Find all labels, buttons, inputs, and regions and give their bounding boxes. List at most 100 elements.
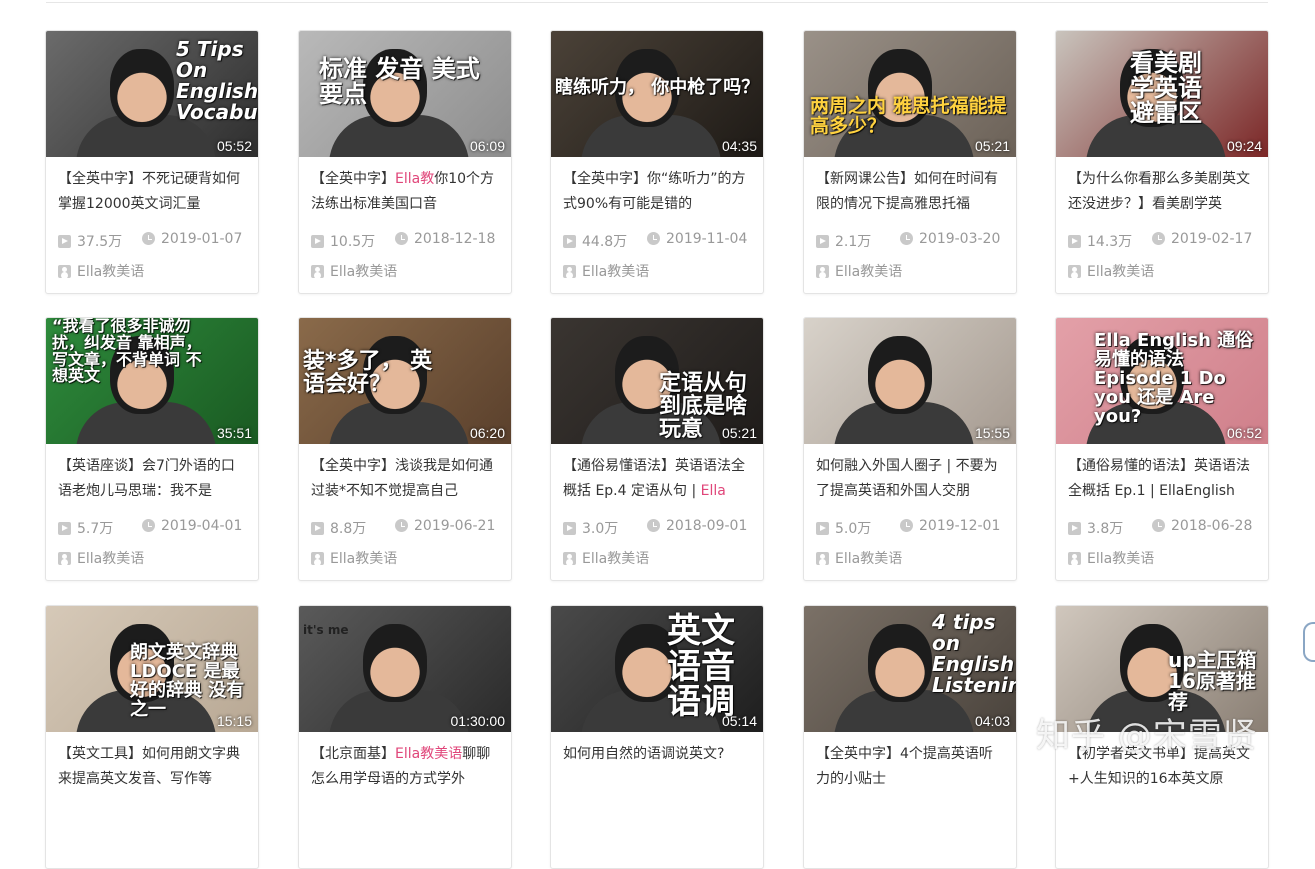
video-title[interactable]: 【英文工具】如何用朗文字典来提高英文发音、写作等 xyxy=(58,742,244,792)
video-thumbnail[interactable]: 英文 语音 语调 05:14 xyxy=(551,606,763,732)
video-duration: 35:51 xyxy=(216,425,252,441)
video-author[interactable]: Ella教美语 xyxy=(563,261,649,281)
publish-date: 2018-12-18 xyxy=(414,231,496,247)
video-card[interactable]: it's me 01:30:00 【北京面基】Ella教美语聊聊怎么用学母语的方式学… xyxy=(298,605,512,869)
view-count: 14.3万 xyxy=(1087,234,1133,250)
video-thumbnail[interactable]: 标准 发音 美式 要点 06:09 xyxy=(299,31,511,157)
video-thumbnail[interactable]: 朗文英文辞典 LDOCE 是最好的辞典 没有之一 15:15 xyxy=(46,606,258,732)
video-title[interactable]: 【全英中字】浅谈我是如何通过装*不知不觉提高自己 xyxy=(311,454,497,504)
view-count: 8.8万 xyxy=(330,521,367,537)
video-card[interactable]: 5 Tips On English Vocabulary 05:52 【全英中字】不… xyxy=(45,30,259,294)
video-author[interactable]: Ella教美语 xyxy=(311,548,397,568)
video-duration: 05:52 xyxy=(216,138,252,154)
video-title[interactable]: 【北京面基】Ella教美语聊聊怎么用学母语的方式学外 xyxy=(311,742,497,792)
clock-icon xyxy=(647,232,660,245)
video-title[interactable]: 【为什么你看那么多美剧英文还没进步？】看美剧学英 xyxy=(1068,167,1254,217)
video-author[interactable]: Ella教美语 xyxy=(311,261,397,281)
publish-date-block: 2019-06-21 xyxy=(395,518,495,534)
video-author[interactable]: Ella教美语 xyxy=(563,548,649,568)
video-title[interactable]: 【英语座谈】会7门外语的口语老炮儿马思瑞：我不是 xyxy=(58,454,244,504)
author-name[interactable]: Ella教美语 xyxy=(835,264,902,280)
video-duration: 05:21 xyxy=(974,138,1010,154)
author-name[interactable]: Ella教美语 xyxy=(835,551,902,567)
video-title[interactable]: 如何融入外国人圈子 | 不要为了提高英语和外国人交朋 xyxy=(816,454,1002,504)
publish-date-block: 2019-03-20 xyxy=(900,231,1000,247)
video-card[interactable]: 瞎练听力， 你中枪了吗？ 04:35 【全英中字】你“练听力”的方式90%有可能是错… xyxy=(550,30,764,294)
video-author[interactable]: Ella教美语 xyxy=(1068,261,1154,281)
video-title[interactable]: 【通俗易懂语法】英语语法全概括 Ep.4 定语从句 | Ella xyxy=(563,454,749,504)
video-thumbnail[interactable]: 4 tips on English Listening 04:03 xyxy=(804,606,1016,732)
play-count-icon xyxy=(816,235,829,248)
thumbnail-caption: 两周之内 雅思托福能提高多少？ xyxy=(810,95,1007,137)
video-duration: 06:20 xyxy=(469,425,505,441)
user-icon xyxy=(563,552,576,565)
publish-date-block: 2018-09-01 xyxy=(647,518,747,534)
video-thumbnail[interactable]: 两周之内 雅思托福能提高多少？ 05:21 xyxy=(804,31,1016,157)
view-count: 3.8万 xyxy=(1087,521,1124,537)
video-thumbnail[interactable]: 装*多了， 英语会好？ 06:20 xyxy=(299,318,511,444)
video-card[interactable]: 4 tips on English Listening 04:03 【全英中字】4个… xyxy=(803,605,1017,869)
video-title[interactable]: 如何用自然的语调说英文? xyxy=(563,742,749,792)
publish-date-block: 2019-01-07 xyxy=(142,231,242,247)
user-icon xyxy=(311,265,324,278)
video-title[interactable]: 【全英中字】你“练听力”的方式90%有可能是错的 xyxy=(563,167,749,217)
thumbnail-caption: 朗文英文辞典 LDOCE 是最好的辞典 没有之一 xyxy=(130,642,245,720)
author-name[interactable]: Ella教美语 xyxy=(582,264,649,280)
video-card[interactable]: 装*多了， 英语会好？ 06:20 【全英中字】浅谈我是如何通过装*不知不觉提高自己… xyxy=(298,317,512,581)
video-title[interactable]: 【全英中字】4个提高英语听力的小贴士 xyxy=(816,742,1002,792)
video-title[interactable]: 【新网课公告】如何在时间有限的情况下提高雅思托福 xyxy=(816,167,1002,217)
video-title[interactable]: 【全英中字】不死记硬背如何掌握12000英文词汇量 xyxy=(58,167,244,217)
clock-icon xyxy=(395,519,408,532)
author-name[interactable]: Ella教美语 xyxy=(582,551,649,567)
view-count: 5.7万 xyxy=(77,521,114,537)
video-duration: 06:09 xyxy=(469,138,505,154)
video-author[interactable]: Ella教美语 xyxy=(58,261,144,281)
video-card[interactable]: Ella English 通俗易懂的语法 Episode 1 Do you 还是… xyxy=(1055,317,1269,581)
author-name[interactable]: Ella教美语 xyxy=(1087,264,1154,280)
video-author[interactable]: Ella教美语 xyxy=(1068,548,1154,568)
title-highlight: Ella xyxy=(700,483,726,499)
video-card[interactable]: 两周之内 雅思托福能提高多少？ 05:21 【新网课公告】如何在时间有限的情况下提高… xyxy=(803,30,1017,294)
video-thumbnail[interactable]: “我看了很多非诚勿扰，纠发音 靠相声，写文章，不背单词 不想英文 35:51 xyxy=(46,318,258,444)
author-name[interactable]: Ella教美语 xyxy=(330,551,397,567)
video-duration: 04:35 xyxy=(721,138,757,154)
video-thumbnail[interactable]: 15:55 xyxy=(804,318,1016,444)
play-count-icon xyxy=(58,235,71,248)
clock-icon xyxy=(395,232,408,245)
publish-date-block: 2019-11-04 xyxy=(647,231,747,247)
video-thumbnail[interactable]: 看美剧 学英语 避雷区 09:24 xyxy=(1056,31,1268,157)
video-stats: 3.0万 2018-09-01 xyxy=(563,518,747,538)
author-name[interactable]: Ella教美语 xyxy=(330,264,397,280)
thumbnail-caption: “我看了很多非诚勿扰，纠发音 靠相声，写文章，不背单词 不想英文 xyxy=(52,318,202,386)
video-author[interactable]: Ella教美语 xyxy=(816,261,902,281)
title-text: 【英文工具】如何用朗文字典来提高英文发音、写作等 xyxy=(58,746,240,787)
thumbnail-figure xyxy=(868,624,932,702)
video-thumbnail[interactable]: Ella English 通俗易懂的语法 Episode 1 Do you 还是… xyxy=(1056,318,1268,444)
video-card[interactable]: 标准 发音 美式 要点 06:09 【全英中字】Ella教你10个方法练出标准美国口… xyxy=(298,30,512,294)
side-float-icon[interactable] xyxy=(1303,622,1315,662)
video-title[interactable]: 【通俗易懂的语法】英语语法全概括 Ep.1 | EllaEnglish xyxy=(1068,454,1254,504)
video-title[interactable]: 【全英中字】Ella教你10个方法练出标准美国口音 xyxy=(311,167,497,217)
video-card[interactable]: 英文 语音 语调 05:14 如何用自然的语调说英文? xyxy=(550,605,764,869)
video-thumbnail[interactable]: it's me 01:30:00 xyxy=(299,606,511,732)
title-text: 如何用自然的语调说英文? xyxy=(563,746,725,762)
video-card[interactable]: 定语从句 到底是啥玩意 05:21 【通俗易懂语法】英语语法全概括 Ep.4 定语从… xyxy=(550,317,764,581)
video-card[interactable]: 15:55 如何融入外国人圈子 | 不要为了提高英语和外国人交朋 5.0万 2019-… xyxy=(803,317,1017,581)
video-author[interactable]: Ella教美语 xyxy=(58,548,144,568)
video-thumbnail[interactable]: 定语从句 到底是啥玩意 05:21 xyxy=(551,318,763,444)
video-thumbnail[interactable]: 瞎练听力， 你中枪了吗？ 04:35 xyxy=(551,31,763,157)
publish-date: 2019-02-17 xyxy=(1171,231,1253,247)
video-card[interactable]: 看美剧 学英语 避雷区 09:24 【为什么你看那么多美剧英文还没进步？】看美剧学英… xyxy=(1055,30,1269,294)
video-author[interactable]: Ella教美语 xyxy=(816,548,902,568)
author-name[interactable]: Ella教美语 xyxy=(1087,551,1154,567)
video-card[interactable]: “我看了很多非诚勿扰，纠发音 靠相声，写文章，不背单词 不想英文 35:51 【英语… xyxy=(45,317,259,581)
thumbnail-figure xyxy=(110,49,174,127)
thumbnail-caption: it's me xyxy=(303,623,349,637)
video-card[interactable]: 朗文英文辞典 LDOCE 是最好的辞典 没有之一 15:15 【英文工具】如何用朗文… xyxy=(45,605,259,869)
video-thumbnail[interactable]: 5 Tips On English Vocabulary 05:52 xyxy=(46,31,258,157)
author-name[interactable]: Ella教美语 xyxy=(77,264,144,280)
play-count-icon xyxy=(58,522,71,535)
author-name[interactable]: Ella教美语 xyxy=(77,551,144,567)
clock-icon xyxy=(647,519,660,532)
user-icon xyxy=(311,552,324,565)
